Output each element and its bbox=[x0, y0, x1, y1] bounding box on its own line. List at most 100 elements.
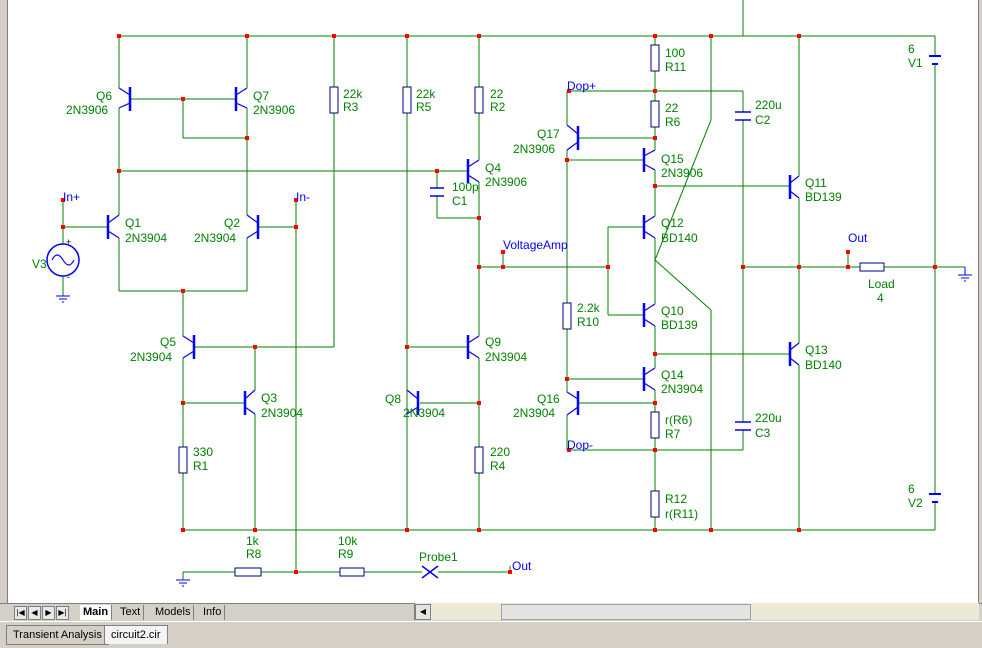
q14-ref: Q14 bbox=[661, 368, 684, 382]
q14-model: 2N3904 bbox=[661, 382, 703, 396]
r7-value: r(R6) bbox=[665, 413, 692, 427]
analysis-tab-bar: Transient Analysis circuit2.cir bbox=[0, 621, 982, 648]
horizontal-scrollbar[interactable]: ◀ bbox=[414, 603, 979, 620]
v1-value: 6 bbox=[908, 42, 915, 56]
q8-model: 2N3904 bbox=[403, 406, 445, 420]
q3-model: 2N3904 bbox=[261, 406, 303, 420]
q11-ref: Q11 bbox=[805, 176, 827, 190]
r12-ref: R12 bbox=[665, 492, 687, 506]
v2-value: 6 bbox=[908, 482, 915, 496]
transistors bbox=[106, 87, 800, 416]
v3-minus: - bbox=[67, 272, 70, 282]
q6-model: 2N3906 bbox=[66, 103, 108, 117]
c2-value: 220u bbox=[755, 98, 782, 112]
wires bbox=[62, 0, 965, 580]
r3-value: 22k bbox=[343, 87, 363, 101]
tab-main[interactable]: Main bbox=[80, 605, 113, 620]
c3-ref: C3 bbox=[755, 426, 771, 440]
q7-ref: Q7 bbox=[253, 89, 269, 103]
r12-value: r(R11) bbox=[665, 507, 698, 521]
signal-source-icon bbox=[46, 243, 80, 277]
q12-model: BD140 bbox=[661, 231, 698, 245]
v2-ref: V2 bbox=[908, 496, 923, 510]
q16-model: 2N3904 bbox=[513, 406, 555, 420]
next-tab-icon[interactable]: ▶ bbox=[42, 606, 55, 620]
r4-ref: R4 bbox=[490, 459, 506, 473]
r2-value: 22 bbox=[490, 87, 504, 101]
v3-plus: + bbox=[66, 237, 71, 247]
resistors bbox=[178, 44, 885, 577]
last-tab-icon[interactable]: ▶| bbox=[56, 606, 69, 620]
tab-models[interactable]: Models bbox=[152, 605, 195, 620]
load-ref: Load bbox=[868, 277, 895, 291]
q10-model: BD139 bbox=[661, 318, 698, 332]
node-dots bbox=[61, 34, 937, 574]
q10-ref: Q10 bbox=[661, 304, 684, 318]
r8-value: 1k bbox=[246, 534, 260, 548]
r2-ref: R2 bbox=[490, 100, 506, 114]
q9-model: 2N3904 bbox=[485, 350, 527, 364]
r6-ref: R6 bbox=[665, 115, 681, 129]
q1-ref: Q1 bbox=[125, 216, 141, 230]
r6-value: 22 bbox=[665, 101, 679, 115]
q13-ref: Q13 bbox=[805, 343, 828, 357]
q13-model: BD140 bbox=[805, 358, 842, 372]
q4-model: 2N3906 bbox=[485, 175, 527, 189]
prev-tab-icon[interactable]: ◀ bbox=[28, 606, 41, 620]
scroll-thumb[interactable] bbox=[501, 604, 751, 620]
labels: Q6 2N3906 Q7 2N3906 22k R3 22k R5 22 R2 … bbox=[32, 42, 923, 573]
r5-value: 22k bbox=[416, 87, 436, 101]
scroll-left-icon[interactable]: ◀ bbox=[415, 604, 431, 620]
q9-ref: Q9 bbox=[485, 335, 501, 349]
c1-ref: C1 bbox=[452, 194, 468, 208]
probe-label: Probe1 bbox=[419, 550, 458, 564]
r10-ref: R10 bbox=[577, 315, 599, 329]
r3-ref: R3 bbox=[343, 100, 359, 114]
q17-ref: Q17 bbox=[537, 127, 560, 141]
q4-ref: Q4 bbox=[485, 161, 501, 175]
out-bottom-label: Out bbox=[512, 559, 532, 573]
q8-ref: Q8 bbox=[385, 392, 401, 406]
r5-ref: R5 bbox=[416, 100, 432, 114]
tab-transient-analysis[interactable]: Transient Analysis bbox=[6, 625, 109, 645]
voltage-amp-label: VoltageAmp bbox=[503, 238, 568, 252]
in-plus-label: In+ bbox=[63, 190, 80, 204]
left-border bbox=[0, 0, 8, 603]
tab-text[interactable]: Text bbox=[117, 605, 145, 620]
probe-icon bbox=[421, 565, 439, 579]
q17-model: 2N3906 bbox=[513, 142, 555, 156]
dop-minus-label: Dop- bbox=[567, 438, 593, 452]
r1-value: 330 bbox=[193, 445, 213, 459]
r9-ref: R9 bbox=[338, 547, 354, 561]
c1-value: 100p bbox=[452, 180, 479, 194]
q5-ref: Q5 bbox=[160, 335, 176, 349]
q2-ref: Q2 bbox=[224, 216, 240, 230]
r11-ref: R11 bbox=[665, 60, 686, 74]
schematic-drawing[interactable]: Q6 2N3906 Q7 2N3906 22k R3 22k R5 22 R2 … bbox=[0, 0, 982, 603]
r9-value: 10k bbox=[338, 534, 358, 548]
load-value: 4 bbox=[877, 291, 884, 305]
dop-plus-label: Dop+ bbox=[567, 79, 596, 93]
q7-model: 2N3906 bbox=[253, 103, 295, 117]
q16-ref: Q16 bbox=[537, 392, 560, 406]
out-top-label: Out bbox=[848, 231, 868, 245]
q12-ref: Q12 bbox=[661, 216, 684, 230]
ground-icon bbox=[56, 267, 972, 587]
in-minus-label: In- bbox=[296, 190, 310, 204]
c2-ref: C2 bbox=[755, 113, 771, 127]
r10-value: 2.2k bbox=[577, 301, 601, 315]
r1-ref: R1 bbox=[193, 459, 209, 473]
q11-model: BD139 bbox=[805, 190, 842, 204]
q1-model: 2N3904 bbox=[125, 231, 167, 245]
tab-circuit-file[interactable]: circuit2.cir bbox=[104, 625, 168, 644]
first-tab-icon[interactable]: |◀ bbox=[14, 606, 27, 620]
r8-ref: R8 bbox=[246, 547, 262, 561]
c3-value: 220u bbox=[755, 411, 782, 425]
tab-info[interactable]: Info bbox=[200, 605, 226, 620]
q15-model: 2N3906 bbox=[661, 166, 703, 180]
v1-ref: V1 bbox=[908, 56, 923, 70]
r7-ref: R7 bbox=[665, 427, 681, 441]
q3-ref: Q3 bbox=[261, 391, 277, 405]
q5-model: 2N3904 bbox=[130, 350, 172, 364]
schematic-canvas[interactable]: Q6 2N3906 Q7 2N3906 22k R3 22k R5 22 R2 … bbox=[0, 0, 982, 603]
